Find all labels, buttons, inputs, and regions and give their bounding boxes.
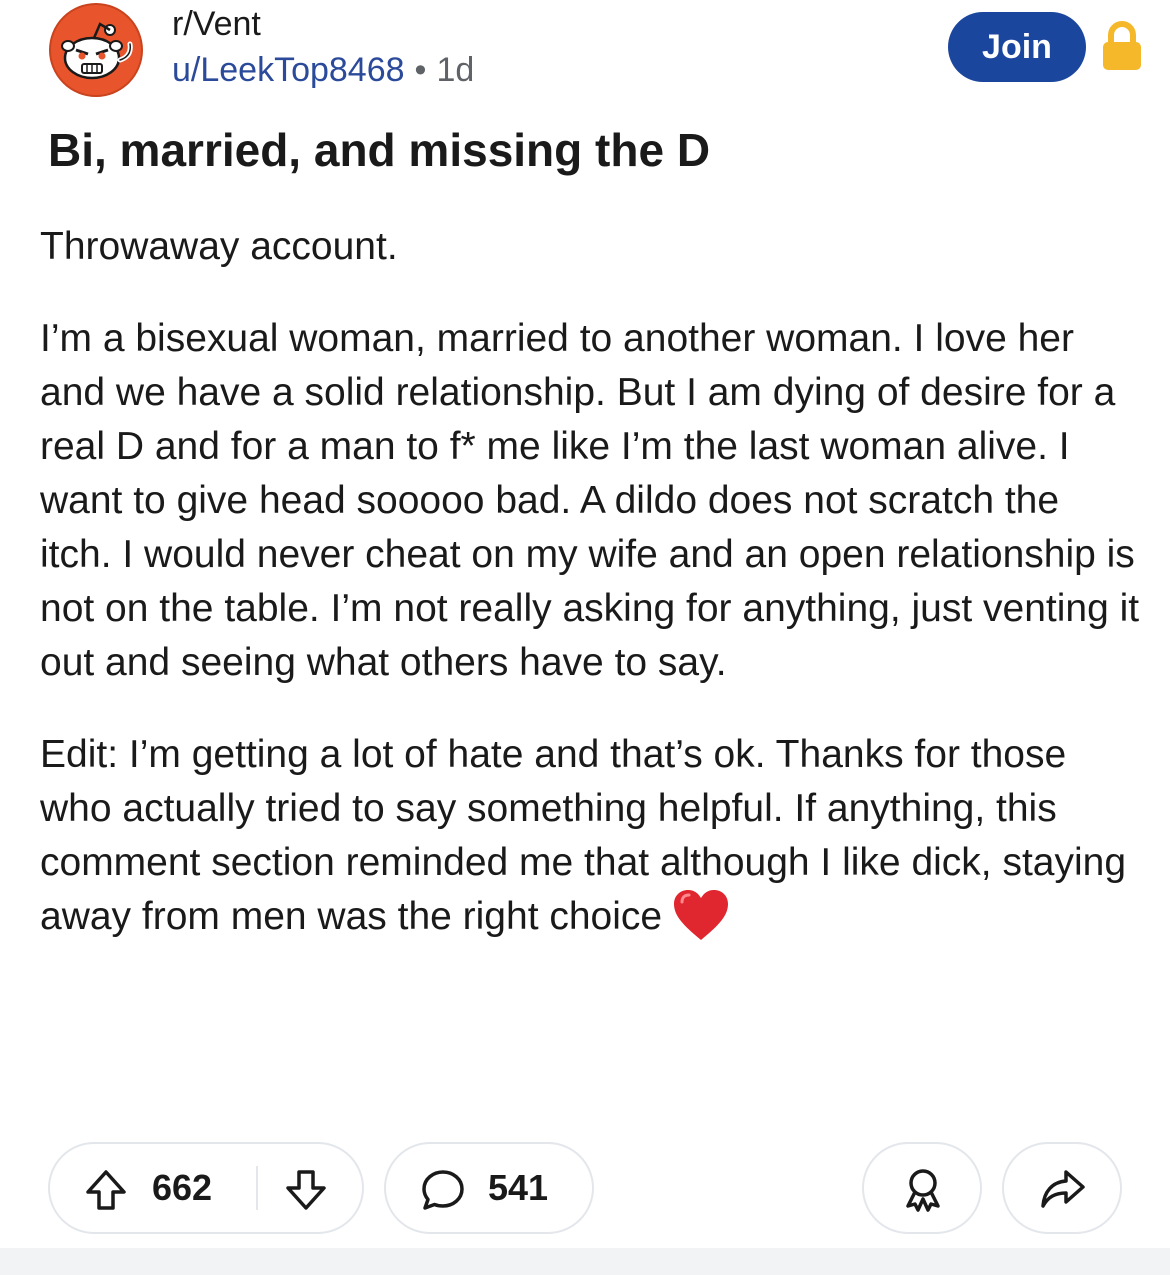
join-button[interactable]: Join xyxy=(948,12,1086,82)
upvote-icon[interactable] xyxy=(84,1168,128,1212)
post-header: r/Vent u/LeekTop8468 • 1d Join xyxy=(0,0,1170,110)
subreddit-name[interactable]: r/Vent xyxy=(172,4,261,44)
post-paragraph-edit: Edit: I’m getting a lot of hate and that… xyxy=(40,728,1140,946)
author-username[interactable]: u/LeekTop8468 xyxy=(172,51,405,89)
vote-count: 662 xyxy=(152,1167,213,1208)
share-button[interactable] xyxy=(1002,1142,1122,1234)
comment-count: 541 xyxy=(488,1167,549,1208)
edit-text: Edit: I’m getting a lot of hate and that… xyxy=(40,733,1127,938)
post-body: Throwaway account. I’m a bisexual woman,… xyxy=(40,220,1140,946)
post-meta: u/LeekTop8468 • 1d xyxy=(172,50,474,90)
share-icon xyxy=(1041,1170,1085,1208)
bottom-divider-bar xyxy=(0,1248,1170,1275)
comment-icon xyxy=(422,1170,464,1210)
downvote-icon[interactable] xyxy=(284,1168,328,1212)
red-heart-icon xyxy=(674,889,729,940)
comments-button[interactable]: 541 xyxy=(384,1142,594,1234)
post-age: 1d xyxy=(436,51,475,89)
post-paragraph: Throwaway account. xyxy=(40,225,398,268)
subreddit-avatar-icon[interactable] xyxy=(48,2,144,98)
award-icon xyxy=(906,1169,940,1212)
lock-icon xyxy=(1103,21,1141,70)
vote-divider xyxy=(256,1166,258,1210)
award-button[interactable] xyxy=(862,1142,982,1234)
post-title[interactable]: Bi, married, and missing the D xyxy=(48,122,710,178)
vote-bar: 662 xyxy=(48,1142,364,1234)
post-paragraph: I’m a bisexual woman, married to another… xyxy=(40,317,1140,684)
meta-separator: • xyxy=(414,51,427,89)
